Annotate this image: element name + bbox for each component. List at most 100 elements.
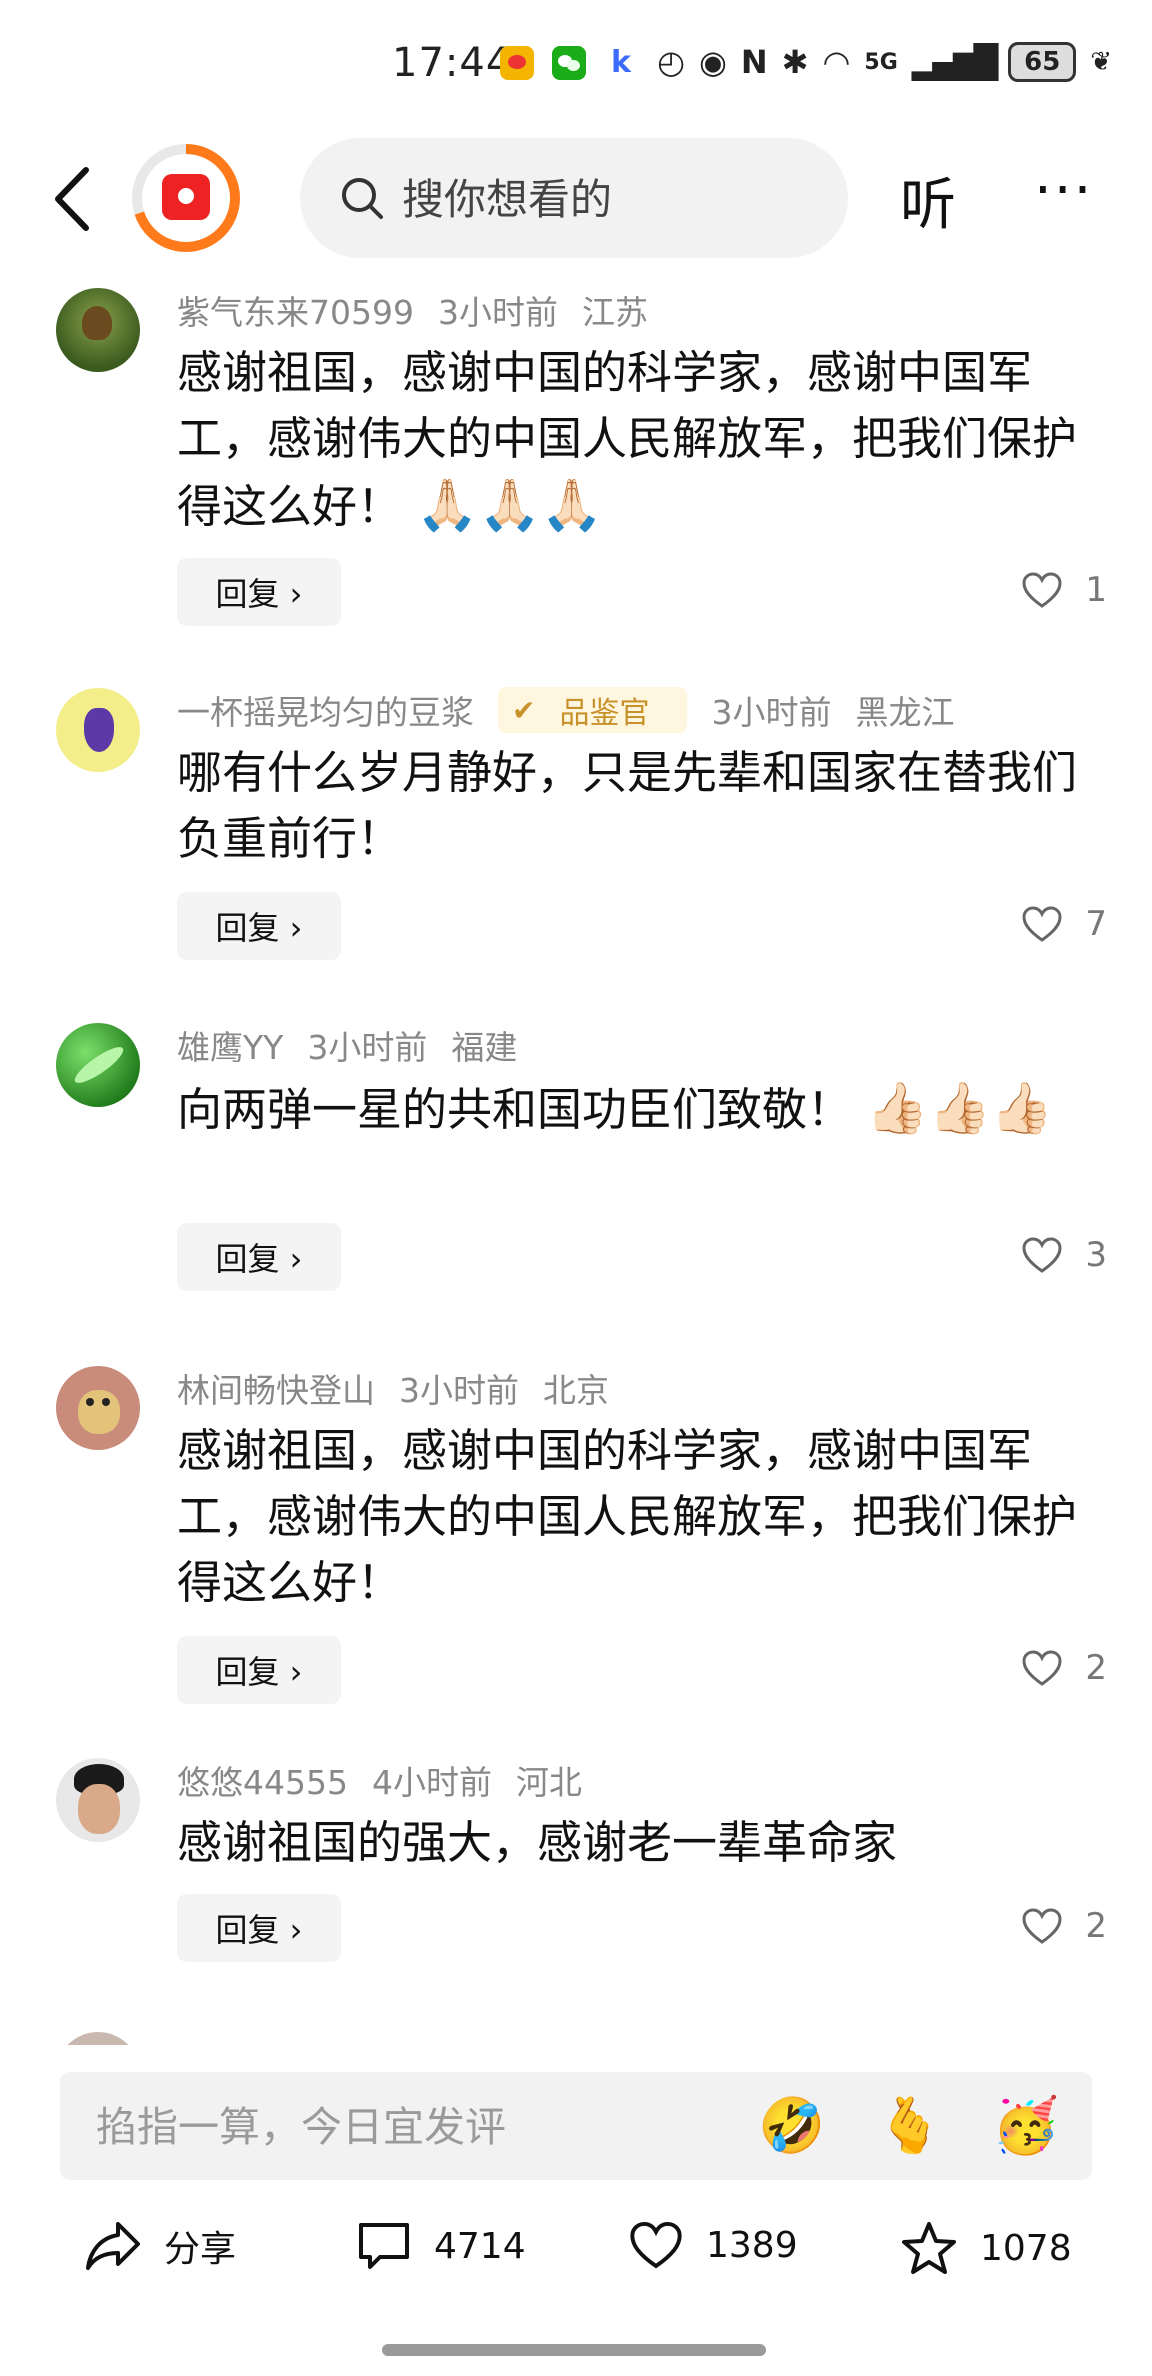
finger-heart-emoji-button[interactable]: 🫰 bbox=[876, 2096, 943, 2156]
user-avatar[interactable] bbox=[56, 288, 140, 372]
heart-icon bbox=[1022, 906, 1062, 942]
status-indicators: ◴ ◉ N ✱ ◠ 5G ▂▄▆█ 65 ❦ bbox=[657, 42, 1112, 82]
like-count: 3 bbox=[1085, 1235, 1107, 1275]
signal-icon: ▂▄▆█ bbox=[911, 43, 998, 81]
like-count: 1 bbox=[1085, 570, 1107, 610]
check-badge-icon: ✔ bbox=[512, 693, 536, 727]
comment-body: 感谢祖国，感谢中国的科学家，感谢中国军工，感谢伟大的中国人民解放军，把我们保护得… bbox=[177, 346, 1078, 533]
username[interactable]: 紫气东来70599 bbox=[177, 286, 414, 334]
badge-label: 品鉴官 bbox=[559, 696, 650, 731]
taster-badge: ✔ 品鉴官 bbox=[498, 687, 688, 733]
comment-body: 感谢祖国，感谢中国的科学家，感谢中国军工，感谢伟大的中国人民解放军，把我们保护得… bbox=[177, 1424, 1078, 1609]
star-icon bbox=[902, 2222, 956, 2274]
like-button[interactable]: 2 bbox=[1021, 1906, 1107, 1946]
reply-button[interactable]: 回复 › bbox=[177, 1636, 341, 1704]
comment-body: 感谢祖国的强大，感谢老一辈革命家 bbox=[177, 1816, 898, 1869]
listen-button[interactable]: 听 bbox=[900, 160, 956, 241]
party-emoji-button[interactable]: 🥳 bbox=[992, 2096, 1059, 2156]
user-avatar[interactable] bbox=[56, 1366, 140, 1450]
reply-button[interactable]: 回复 › bbox=[177, 558, 341, 626]
reply-button[interactable]: 回复 › bbox=[177, 892, 341, 960]
top-header: 听 ··· bbox=[0, 128, 1152, 268]
comment-composer[interactable]: 🤣 🫰 🥳 bbox=[60, 2072, 1092, 2180]
user-avatar[interactable] bbox=[56, 688, 140, 772]
laughing-emoji-button[interactable]: 🤣 bbox=[758, 2096, 825, 2156]
heart-icon bbox=[1022, 1237, 1062, 1273]
search-bar[interactable] bbox=[300, 138, 848, 258]
comment-time: 3小时前 bbox=[711, 693, 832, 732]
heart-icon bbox=[1022, 1908, 1062, 1944]
comment-text: 向两弹一星的共和国功臣们致敬！ 👍🏻👍🏻👍🏻 bbox=[177, 1075, 1097, 1143]
heart-icon bbox=[1022, 572, 1062, 608]
search-icon bbox=[342, 178, 383, 219]
comments-button[interactable]: 4714 bbox=[356, 2220, 526, 2272]
comment-location: 北京 bbox=[543, 1371, 609, 1410]
more-button[interactable]: ··· bbox=[1034, 158, 1093, 223]
reply-button[interactable]: 回复 › bbox=[177, 1894, 341, 1962]
comment-meta: 一杯摇晃均匀的豆浆 ✔ 品鉴官 3小时前 黑龙江 bbox=[177, 686, 978, 734]
share-label: 分享 bbox=[164, 2229, 237, 2270]
like-button[interactable]: 1 bbox=[1021, 570, 1107, 610]
like-button[interactable]: 2 bbox=[1021, 1648, 1107, 1688]
reply-button[interactable]: 回复 › bbox=[177, 1223, 341, 1291]
like-post-button[interactable]: 1389 bbox=[628, 2220, 798, 2270]
username[interactable]: 悠悠44555 bbox=[177, 1756, 348, 1804]
comment-text: 感谢祖国的强大，感谢老一辈革命家 bbox=[177, 1810, 1097, 1876]
bottom-action-bar: 分享 4714 1389 1078 bbox=[0, 2210, 1152, 2300]
status-bar: 17:44 k ◴ ◉ N ✱ ◠ 5G ▂▄▆█ 65 ❦ bbox=[0, 30, 1152, 100]
network-label: 5G bbox=[864, 49, 898, 75]
hd-call-icon: ◴ bbox=[657, 43, 685, 81]
user-avatar[interactable] bbox=[56, 1758, 140, 1842]
comment-body: 哪有什么岁月静好，只是先辈和国家在替我们负重前行！ bbox=[177, 746, 1078, 865]
like-count: 7 bbox=[1085, 904, 1107, 944]
wechat-app-icon bbox=[552, 46, 586, 80]
eye-icon: ◉ bbox=[698, 43, 727, 81]
nfc-icon: N bbox=[740, 43, 768, 81]
comment-text: 哪有什么岁月静好，只是先辈和国家在替我们负重前行！ bbox=[177, 740, 1097, 872]
app-logo-button[interactable] bbox=[132, 144, 240, 252]
share-icon bbox=[86, 2222, 140, 2270]
like-button[interactable]: 3 bbox=[1021, 1235, 1107, 1275]
battery-icon: 65 bbox=[1008, 42, 1077, 82]
wifi-icon: ◠ bbox=[822, 43, 851, 81]
comments-count: 4714 bbox=[434, 2225, 526, 2267]
comment-time: 3小时前 bbox=[437, 293, 558, 332]
user-avatar[interactable] bbox=[56, 1023, 140, 1107]
leaf-icon: ❦ bbox=[1090, 47, 1112, 77]
favorite-button[interactable]: 1078 bbox=[900, 2220, 1072, 2276]
comment-location: 江苏 bbox=[581, 293, 648, 332]
username[interactable]: 一杯摇晃均匀的豆浆 bbox=[177, 686, 474, 734]
heart-icon bbox=[630, 2221, 682, 2269]
username[interactable]: 林间畅快登山 bbox=[177, 1364, 375, 1412]
next-comment-avatar-partial bbox=[56, 2032, 140, 2045]
chevron-left-icon bbox=[55, 167, 89, 231]
comment-body: 向两弹一星的共和国功臣们致敬！ bbox=[177, 1083, 853, 1136]
comment-input[interactable] bbox=[94, 2094, 698, 2160]
weibo-app-icon bbox=[500, 46, 534, 80]
thumbs-up-emoji: 👍🏻👍🏻👍🏻 bbox=[866, 1079, 1054, 1137]
comment-bubble-icon bbox=[359, 2223, 409, 2269]
battery-level: 65 bbox=[1024, 47, 1061, 77]
comment-list[interactable]: 紫气东来70599 3小时前 江苏 感谢祖国，感谢中国的科学家，感谢中国军工，感… bbox=[0, 270, 1152, 2045]
comment-meta: 林间畅快登山 3小时前 北京 bbox=[177, 1364, 633, 1412]
praying-hands-emoji: 🙏🏻🙏🏻🙏🏻 bbox=[416, 476, 604, 534]
comment-location: 福建 bbox=[451, 1028, 518, 1067]
like-count: 2 bbox=[1085, 1648, 1107, 1688]
search-input[interactable] bbox=[400, 168, 824, 230]
home-indicator[interactable] bbox=[382, 2344, 766, 2356]
like-count: 2 bbox=[1085, 1906, 1107, 1946]
comment-text: 感谢祖国，感谢中国的科学家，感谢中国军工，感谢伟大的中国人民解放军，把我们保护得… bbox=[177, 1418, 1097, 1616]
share-button[interactable]: 分享 bbox=[84, 2220, 236, 2272]
username[interactable]: 雄鹰YY bbox=[177, 1021, 283, 1069]
comment-time: 4小时前 bbox=[371, 1763, 492, 1802]
k-app-icon: k bbox=[611, 45, 631, 80]
comment-location: 河北 bbox=[515, 1763, 582, 1802]
comment-time: 3小时前 bbox=[399, 1371, 519, 1410]
comment-meta: 雄鹰YY 3小时前 福建 bbox=[177, 1021, 541, 1069]
red-envelope-icon bbox=[162, 174, 210, 220]
back-button[interactable] bbox=[46, 164, 106, 234]
comment-time: 3小时前 bbox=[307, 1028, 428, 1067]
favorites-count: 1078 bbox=[980, 2227, 1072, 2269]
comment-location: 黑龙江 bbox=[855, 693, 955, 732]
like-button[interactable]: 7 bbox=[1021, 904, 1107, 944]
